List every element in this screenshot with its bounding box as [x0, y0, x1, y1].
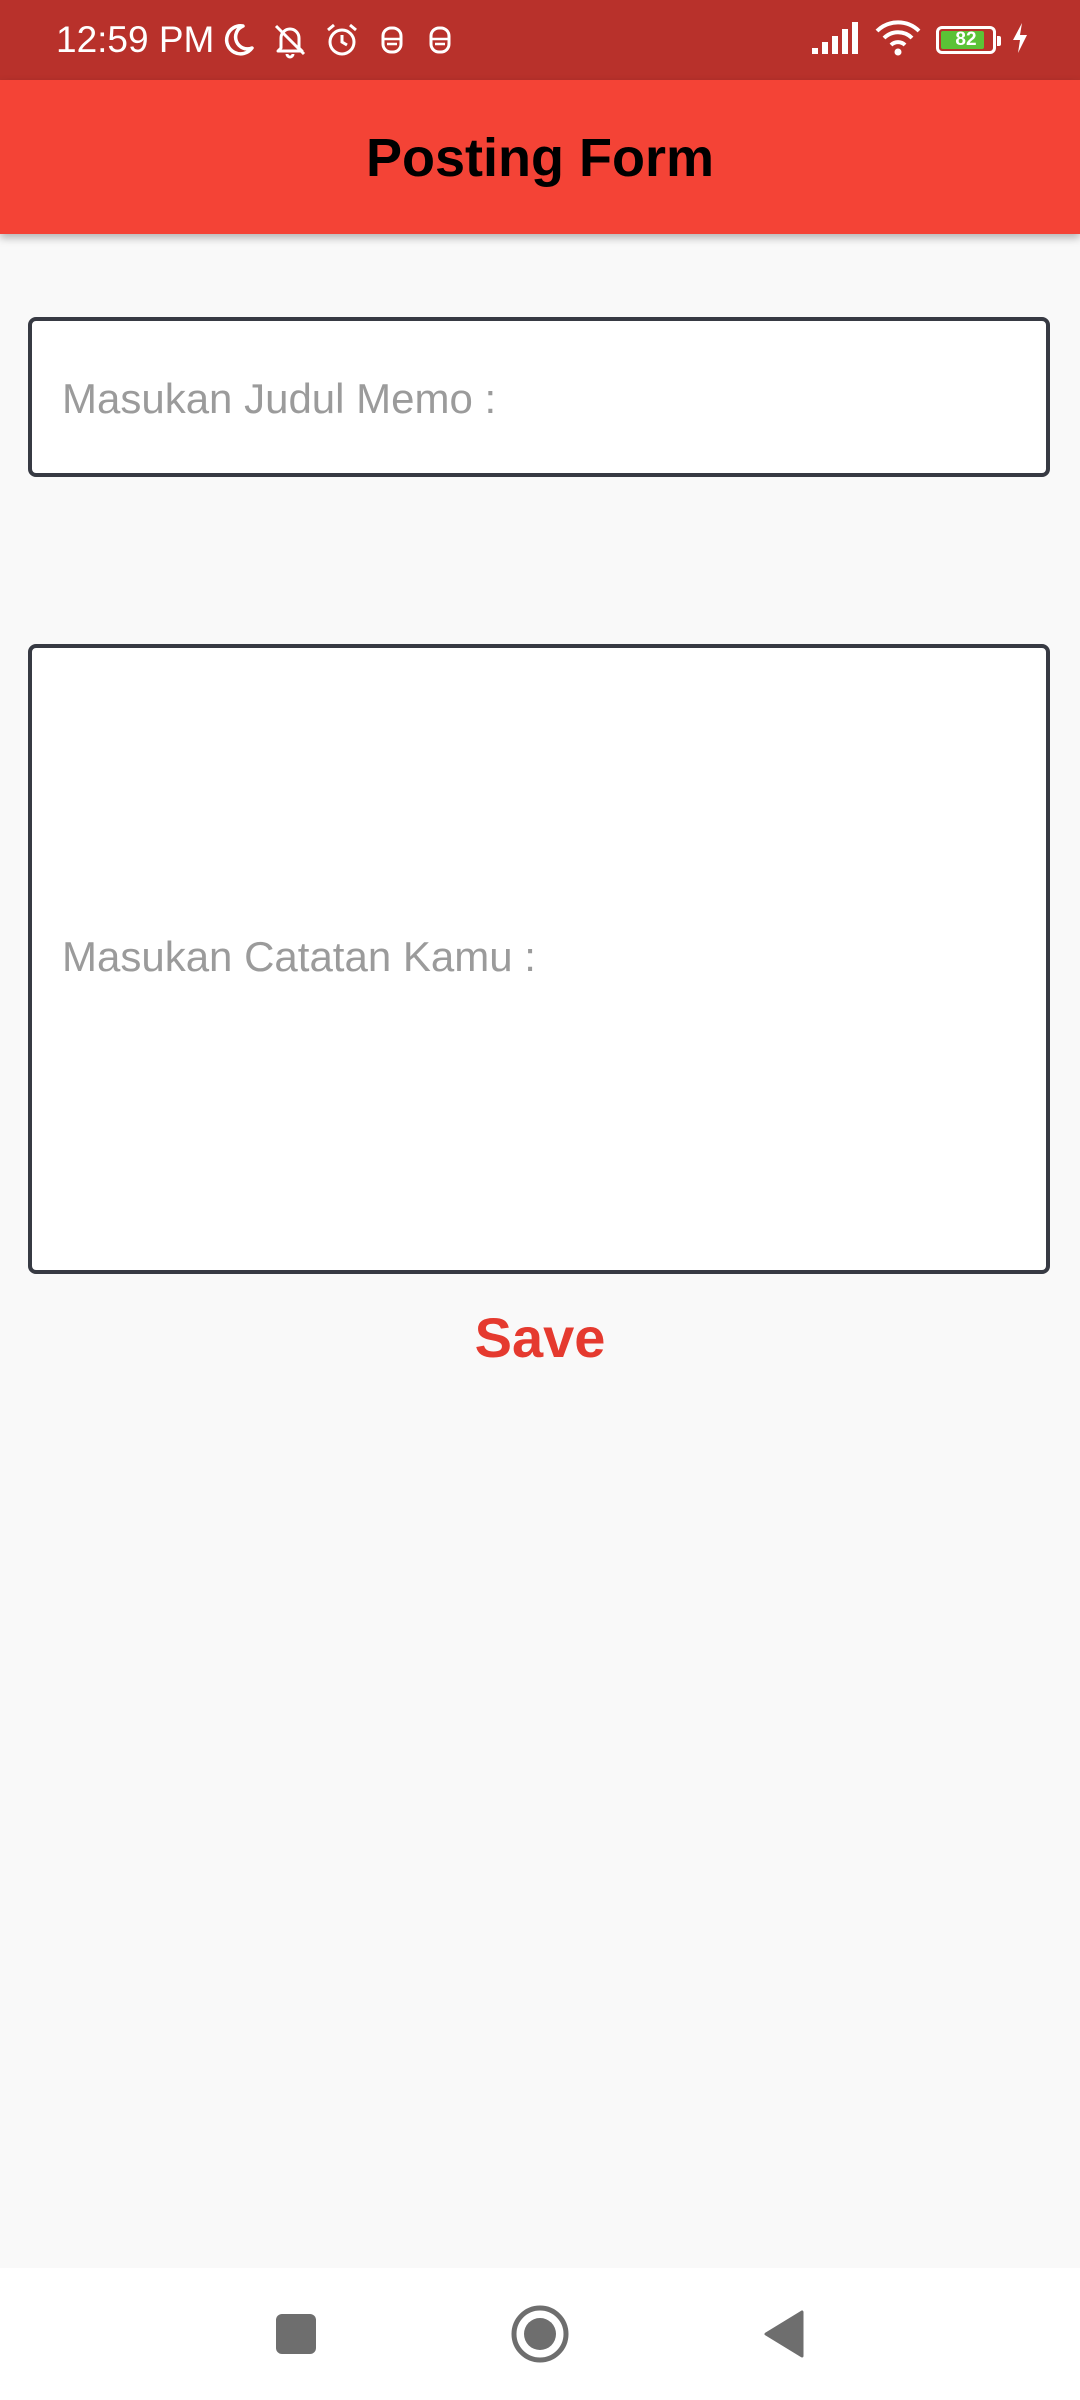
- home-icon: [511, 2305, 569, 2363]
- back-button[interactable]: [752, 2302, 816, 2366]
- back-icon: [764, 2310, 804, 2358]
- home-button[interactable]: [508, 2302, 572, 2366]
- status-time: 12:59 PM: [56, 19, 215, 60]
- bell-off-icon: [270, 20, 310, 60]
- notification-icon: [374, 20, 410, 60]
- charging-icon: [1010, 21, 1030, 60]
- status-icons-left: [218, 18, 458, 62]
- page-title: Posting Form: [366, 128, 714, 188]
- moon-icon: [218, 20, 258, 60]
- battery-level: 82: [955, 29, 977, 50]
- memo-title-field[interactable]: Masukan Judul Memo :: [28, 317, 1050, 477]
- signal-icon: [810, 20, 860, 61]
- recents-icon: [276, 2314, 316, 2354]
- battery-nub: [997, 36, 1001, 46]
- save-button[interactable]: Save: [0, 1306, 1080, 1370]
- recents-button[interactable]: [264, 2302, 328, 2366]
- app-bar: Posting Form: [0, 80, 1080, 234]
- memo-title-placeholder: Masukan Judul Memo :: [62, 375, 497, 422]
- status-icons-right: 82: [810, 18, 1030, 62]
- alarm-icon: [322, 20, 362, 60]
- battery-icon: 82: [936, 26, 1001, 54]
- status-bar: 12:59 PM 82: [0, 0, 1080, 80]
- posting-form-screen: 12:59 PM 82 Posting Form Masukan Judul M…: [0, 0, 1080, 2400]
- navigation-bar: [0, 2268, 1080, 2400]
- memo-notes-field[interactable]: Masukan Catatan Kamu :: [28, 644, 1050, 1274]
- memo-notes-placeholder: Masukan Catatan Kamu :: [62, 933, 536, 980]
- wifi-icon: [874, 19, 922, 62]
- notification-icon: [422, 20, 458, 60]
